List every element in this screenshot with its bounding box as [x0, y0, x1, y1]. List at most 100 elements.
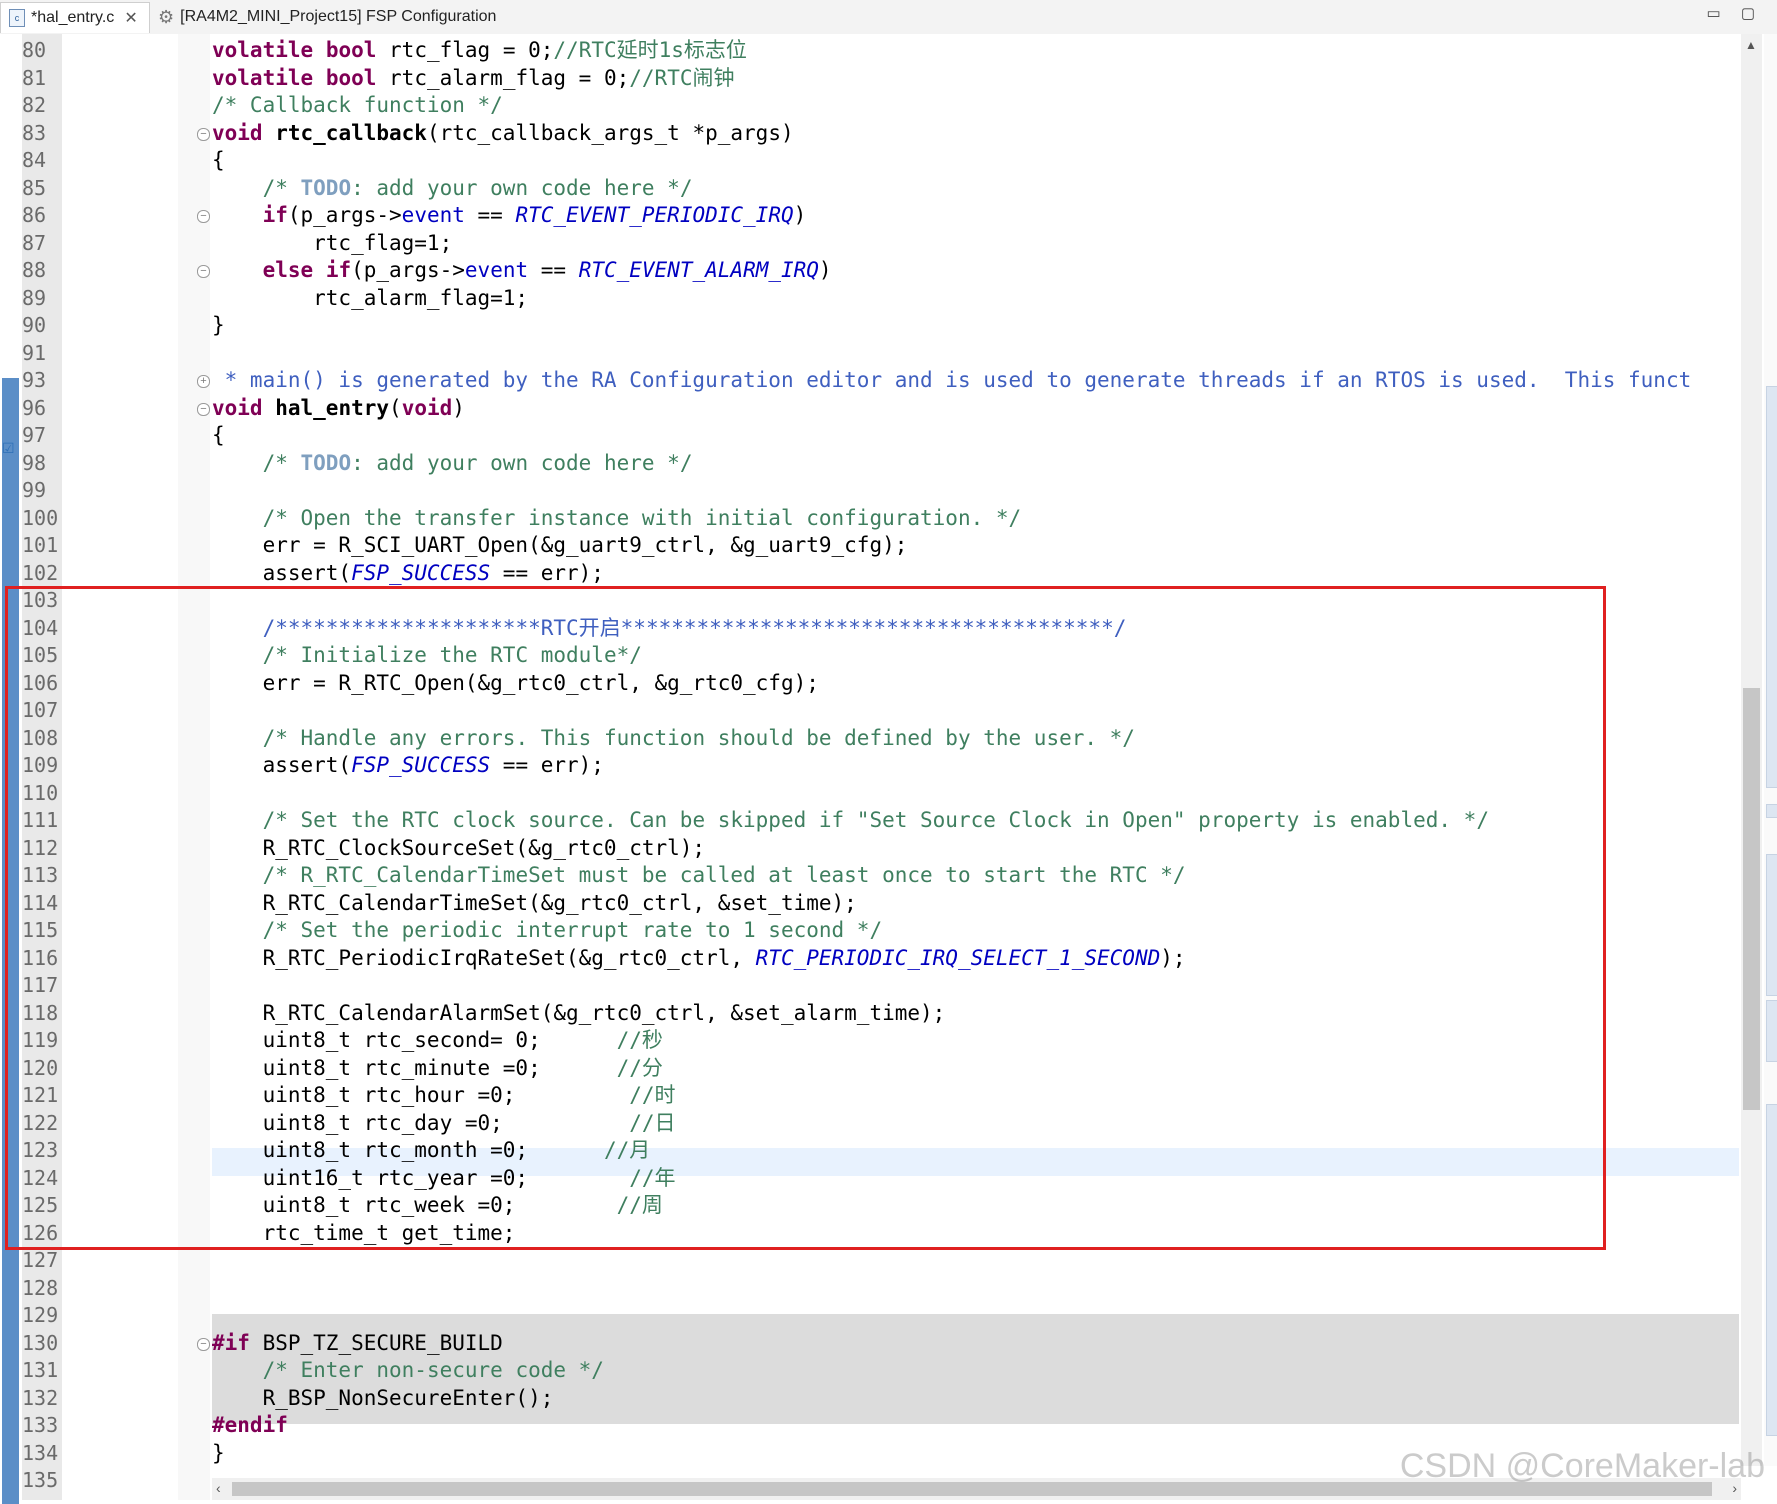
code-line[interactable]: void hal_entry(void) [212, 395, 465, 423]
scroll-up-icon[interactable]: ▲ [1745, 38, 1757, 52]
highlight-annotation-box [5, 586, 1606, 1250]
code-line[interactable]: rtc_flag=1; [212, 230, 452, 258]
line-number: 117 [22, 973, 59, 997]
line-number: 90 [22, 313, 47, 337]
overview-marker[interactable] [1766, 1104, 1777, 1436]
line-number: 107 [22, 698, 59, 722]
line-number: 134 [22, 1440, 59, 1465]
task-marker-icon[interactable]: ☑ [2, 440, 15, 457]
line-number: 83 [22, 120, 47, 145]
collapse-fold-icon[interactable]: − [197, 265, 210, 278]
line-number: 88 [22, 258, 47, 282]
line-number: 81 [22, 65, 47, 90]
code-line[interactable]: volatile bool rtc_flag = 0;//RTC延时1s标志位 [212, 37, 747, 65]
code-line[interactable]: } [212, 1440, 225, 1468]
code-line[interactable]: /* Open the transfer instance with initi… [212, 505, 1022, 533]
code-line[interactable]: { [212, 147, 225, 175]
editor-tab-bar: c *hal_entry.c ✕ ⚙ [RA4M2_MINI_Project15… [0, 0, 1777, 35]
code-line[interactable]: else if(p_args->event == RTC_EVENT_ALARM… [212, 257, 832, 285]
line-number: 113 [22, 863, 59, 887]
line-number: 84 [22, 148, 47, 172]
line-number: 93 [22, 368, 47, 392]
overview-ruler[interactable] [1764, 34, 1777, 1466]
overview-marker[interactable] [1766, 854, 1777, 996]
collapse-fold-icon[interactable]: − [197, 1337, 210, 1351]
line-number: 123 [22, 1138, 59, 1162]
line-number: 97 [22, 423, 47, 447]
close-icon[interactable]: ✕ [124, 8, 137, 28]
line-number: 114 [22, 890, 59, 915]
overview-marker[interactable] [1766, 386, 1777, 788]
line-number: 116 [22, 945, 59, 970]
line-number: 126 [22, 1220, 59, 1245]
line-number: 119 [22, 1028, 59, 1052]
vertical-scroll-thumb[interactable] [1743, 688, 1760, 1110]
line-number: 109 [22, 753, 59, 777]
line-number: 105 [22, 643, 59, 667]
line-number: 110 [22, 780, 59, 805]
line-number: 133 [22, 1413, 59, 1437]
code-line[interactable]: /* Enter non-secure code */ [212, 1357, 604, 1385]
line-number: 112 [22, 835, 59, 860]
line-number: 120 [22, 1055, 59, 1080]
code-line[interactable]: { [212, 422, 225, 450]
code-line[interactable]: if(p_args->event == RTC_EVENT_PERIODIC_I… [212, 202, 807, 230]
line-number: 89 [22, 285, 47, 310]
collapse-fold-icon[interactable]: − [197, 127, 210, 141]
tab-label: [RA4M2_MINI_Project15] FSP Configuration [180, 8, 497, 25]
line-number: 104 [22, 615, 59, 640]
code-line[interactable]: void rtc_callback(rtc_callback_args_t *p… [212, 120, 794, 148]
tab-fsp-configuration[interactable]: ⚙ [RA4M2_MINI_Project15] FSP Configurati… [150, 2, 530, 32]
line-number: 96 [22, 395, 47, 420]
collapse-fold-icon[interactable]: − [197, 210, 210, 223]
watermark-text: CSDN @CoreMaker-lab [1399, 1447, 1765, 1485]
tab-hal-entry[interactable]: c *hal_entry.c ✕ [0, 2, 150, 33]
collapse-fold-icon[interactable]: − [197, 402, 210, 416]
code-line[interactable]: rtc_alarm_flag=1; [212, 285, 528, 313]
window-controls[interactable]: ▭ ▢ [1706, 4, 1763, 22]
line-number: 100 [22, 505, 59, 530]
code-line[interactable]: assert(FSP_SUCCESS == err); [212, 560, 604, 588]
line-number: 106 [22, 670, 59, 695]
gear-icon: ⚙ [158, 6, 175, 27]
line-number: 131 [22, 1358, 59, 1382]
line-number: 128 [22, 1275, 59, 1300]
line-number: 108 [22, 725, 59, 750]
line-number: 86 [22, 203, 47, 227]
line-number: 98 [22, 450, 47, 475]
line-number: 85 [22, 175, 47, 200]
line-number: 129 [22, 1303, 59, 1327]
code-line[interactable]: volatile bool rtc_alarm_flag = 0;//RTC闹钟 [212, 65, 734, 93]
code-line[interactable]: } [212, 312, 225, 340]
code-line[interactable]: #endif [212, 1412, 288, 1440]
code-editor[interactable]: ☑ volatile bool rtc_flag = 0;//RTC延时1s标志… [0, 34, 1777, 1504]
scroll-left-icon[interactable]: ‹ [216, 1480, 221, 1496]
c-file-icon: c [9, 9, 25, 27]
vertical-scrollbar[interactable]: ▲ [1741, 34, 1762, 1466]
line-number: 121 [22, 1083, 59, 1107]
expand-fold-icon[interactable]: + [197, 375, 210, 388]
code-line[interactable]: /* TODO: add your own code here */ [212, 450, 693, 478]
line-number: 80 [22, 38, 47, 62]
code-line[interactable]: R_BSP_NonSecureEnter(); [212, 1385, 554, 1413]
line-number: 87 [22, 230, 47, 255]
code-line[interactable]: #if BSP_TZ_SECURE_BUILD [212, 1330, 503, 1358]
line-number: 122 [22, 1110, 59, 1135]
line-number: 91 [22, 340, 47, 365]
tab-label: *hal_entry.c [31, 9, 115, 26]
line-number: 125 [22, 1193, 59, 1217]
overview-marker[interactable] [1766, 804, 1777, 818]
line-number: 101 [22, 533, 59, 557]
code-line[interactable]: /* Callback function */ [212, 92, 503, 120]
code-line[interactable]: err = R_SCI_UART_Open(&g_uart9_ctrl, &g_… [212, 532, 908, 560]
line-number: 127 [22, 1248, 59, 1272]
line-number: 124 [22, 1165, 59, 1190]
code-line[interactable]: * main() is generated by the RA Configur… [212, 367, 1692, 395]
line-number: 82 [22, 93, 47, 117]
line-number: 130 [22, 1330, 59, 1355]
code-line[interactable]: /* TODO: add your own code here */ [212, 175, 693, 203]
overview-marker[interactable] [1766, 1000, 1777, 1062]
line-number: 118 [22, 1000, 59, 1025]
line-number: 115 [22, 918, 59, 942]
line-number: 135 [22, 1468, 59, 1492]
